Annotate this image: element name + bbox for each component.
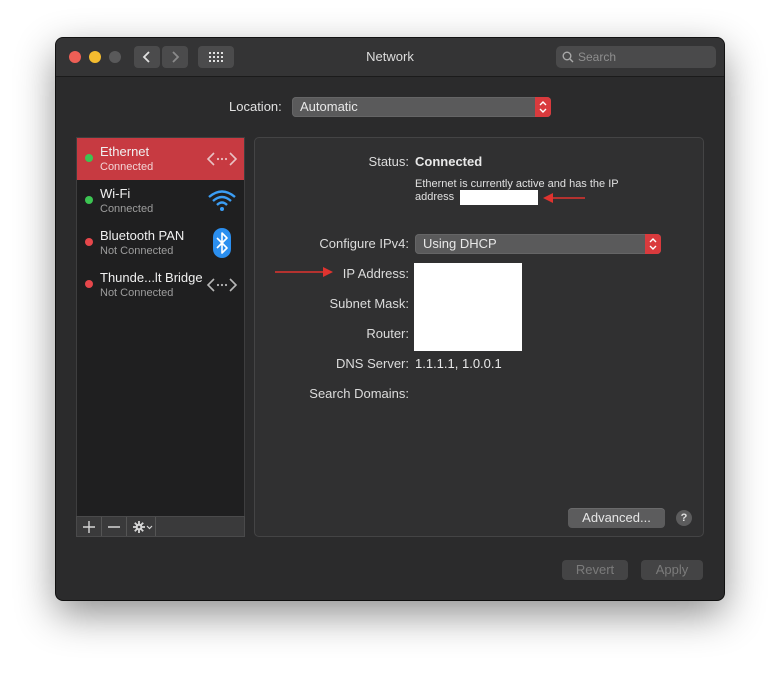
service-item-thunderbolt-bridge[interactable]: Thunde...lt Bridge Not Connected [77,264,244,306]
router-label: Router: [366,326,409,341]
status-label: Status: [368,154,409,169]
remove-service-button[interactable] [102,517,127,536]
advanced-button[interactable]: Advanced... [568,508,665,528]
bluetooth-icon [213,228,231,258]
wifi-icon [208,190,236,211]
plus-icon [83,521,95,533]
redacted-network-values [414,263,522,351]
configure-ipv4-value: Using DHCP [423,236,497,251]
search-input[interactable] [578,46,708,68]
help-button[interactable]: ? [676,510,692,526]
service-status: Not Connected [100,245,174,257]
service-item-ethernet[interactable]: Ethernet Connected [77,138,244,180]
chevron-up-down-icon [539,101,547,113]
search-icon [562,51,574,63]
service-status: Connected [100,161,154,173]
status-value: Connected [415,154,483,169]
thunderbolt-bridge-arrows-icon [206,278,238,292]
search-domains-label: Search Domains: [309,386,409,401]
network-preferences-window: Network Location: Automatic Ethernet Con… [56,38,724,600]
ethernet-arrows-icon [206,152,238,166]
title-bar: Network [56,38,724,77]
subnet-mask-label: Subnet Mask: [329,296,410,311]
location-popup-stepper [535,97,551,117]
revert-button[interactable]: Revert [562,560,628,580]
service-list-toolbar [76,516,245,537]
chevron-up-down-icon [649,238,657,250]
service-item-bluetooth-pan[interactable]: Bluetooth PAN Not Connected [77,222,244,264]
configure-popup-stepper [645,234,661,254]
gear-icon [133,521,153,533]
location-value: Automatic [300,99,358,114]
configure-ipv4-popup[interactable]: Using DHCP [415,234,661,254]
service-name: Ethernet [100,144,150,159]
service-name: Bluetooth PAN [100,228,185,243]
dns-server-label: DNS Server: [336,356,409,371]
minus-icon [108,526,120,528]
apply-button[interactable]: Apply [641,560,703,580]
dns-server-value: 1.1.1.1, 1.0.0.1 [415,356,502,371]
location-popup[interactable]: Automatic [292,97,551,117]
service-name: Thunde...lt Bridge [100,270,203,285]
add-service-button[interactable] [77,517,102,536]
configure-ipv4-label: Configure IPv4: [319,236,409,251]
status-dot [85,280,93,288]
ip-address-label: IP Address: [342,266,409,281]
service-status: Not Connected [100,287,174,299]
status-dot [85,154,93,162]
service-item-wifi[interactable]: Wi-Fi Connected [77,180,244,222]
service-name: Wi-Fi [100,186,131,201]
status-dot [85,196,93,204]
search-field[interactable] [556,46,716,68]
annotation-arrow-left-icon [543,193,585,203]
location-label: Location: [229,99,282,114]
service-status: Connected [100,203,154,215]
ethernet-detail-panel: Status: Connected Ethernet is currently … [254,137,704,537]
redacted-ip-box [460,190,538,205]
service-actions-menu-button[interactable] [127,517,156,536]
service-list: Ethernet Connected Wi-Fi Connected Bluet… [76,137,245,537]
status-dot [85,238,93,246]
